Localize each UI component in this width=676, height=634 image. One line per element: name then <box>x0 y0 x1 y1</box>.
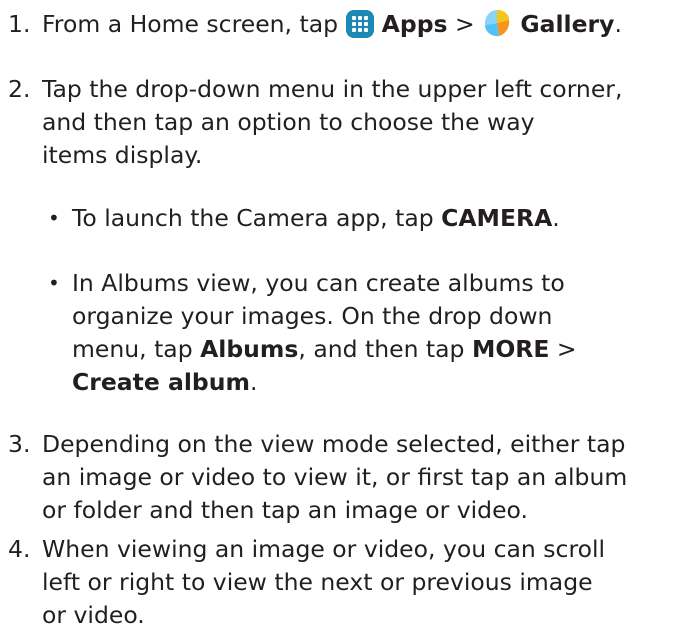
step-number: 2. <box>8 75 31 103</box>
step-2-text: Tap the drop-down menu in the upper left… <box>42 73 670 172</box>
text-line: To launch the Camera app, tap CAMERA. <box>72 202 670 235</box>
create-album-label: Create album <box>72 368 250 396</box>
instructions-document: 1. From a Home screen, tap Apps > Galler… <box>0 0 676 634</box>
bullet-icon: • <box>48 271 60 295</box>
step-4-text: When viewing an image or video, you can … <box>42 533 670 632</box>
text-line: an image or video to view it, or first t… <box>42 463 628 491</box>
gallery-icon <box>482 8 512 38</box>
text-line: When viewing an image or video, you can … <box>42 535 606 563</box>
step-1-text: From a Home screen, tap Apps > Gallery. <box>42 8 670 41</box>
text-line: organize your images. On the drop down <box>72 300 670 333</box>
gallery-label: Gallery <box>512 10 615 38</box>
bullet-text: In Albums view, you can create albums to… <box>72 267 670 399</box>
text-line: Create album. <box>72 366 670 399</box>
text-line: and then tap an option to choose the way <box>42 108 535 136</box>
bullet-text: To launch the Camera app, tap CAMERA. <box>72 202 670 235</box>
step-number: 4. <box>8 535 31 563</box>
separator: > <box>447 10 483 38</box>
text-line: In Albums view, you can create albums to <box>72 267 670 300</box>
step-number: 3. <box>8 430 31 458</box>
more-label: MORE <box>471 335 550 363</box>
text-part: In Albums view, you can create albums to <box>72 269 565 297</box>
text-part: To launch the Camera app, tap <box>72 204 442 232</box>
text-part: , and then tap <box>298 335 472 363</box>
step-1-text-end: . <box>614 10 622 38</box>
text-line: Depending on the view mode selected, eit… <box>42 430 626 458</box>
text-line: or folder and then tap an image or video… <box>42 496 528 524</box>
step-3-text: Depending on the view mode selected, eit… <box>42 428 670 527</box>
text-line: items display. <box>42 141 203 169</box>
text-part: organize your images. On the drop down <box>72 302 553 330</box>
text-part: . <box>249 368 258 396</box>
apps-icon <box>345 10 374 38</box>
text-line: Tap the drop-down menu in the upper left… <box>42 75 623 103</box>
camera-label: CAMERA <box>441 204 553 232</box>
text-line: menu, tap Albums, and then tap MORE > <box>72 333 670 366</box>
text-part: menu, tap <box>72 335 201 363</box>
text-line: or video. <box>42 601 145 629</box>
text-part: > <box>549 335 577 363</box>
albums-label: Albums <box>200 335 299 363</box>
text-line: left or right to view the next or previo… <box>42 568 593 596</box>
text-part: . <box>552 204 560 232</box>
apps-label: Apps <box>373 10 448 38</box>
step-number: 1. <box>8 10 31 38</box>
bullet-icon: • <box>48 206 60 230</box>
step-1-text-part: From a Home screen, tap <box>42 10 346 38</box>
